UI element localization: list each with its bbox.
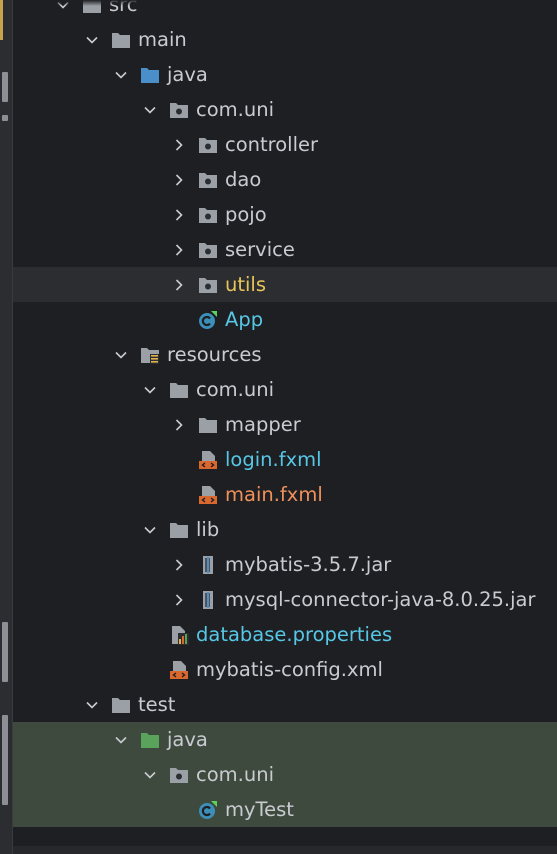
side-tab-mark[interactable]	[2, 622, 8, 682]
xml-file-icon	[197, 484, 219, 506]
bottom-scroll-area	[13, 846, 557, 854]
chevron-down-icon[interactable]	[140, 100, 160, 120]
chevron-right-icon[interactable]	[169, 555, 189, 575]
source-folder-icon	[139, 64, 161, 86]
tree-item-label: test	[138, 692, 176, 716]
chevron-right-icon[interactable]	[169, 170, 189, 190]
side-tab-mark[interactable]	[2, 72, 8, 102]
tree-item-label: service	[225, 237, 295, 261]
tree-row[interactable]: App	[13, 302, 557, 337]
tree-item-label: utils	[225, 272, 266, 296]
resources-folder-icon	[139, 344, 161, 366]
chevron-down-icon[interactable]	[111, 730, 131, 750]
tree-item-label: login.fxml	[225, 447, 322, 471]
tree-item-label: main.fxml	[225, 482, 323, 506]
folder-icon	[197, 414, 219, 436]
tree-row[interactable]: java	[13, 722, 557, 757]
tree-row[interactable]: database.properties	[13, 617, 557, 652]
package-icon	[197, 274, 219, 296]
tree-item-label: App	[225, 307, 264, 331]
top-fade	[13, 0, 557, 6]
tree-row[interactable]: myTest	[13, 792, 557, 827]
tree-row[interactable]: com.uni	[13, 757, 557, 792]
chevron-down-icon[interactable]	[140, 520, 160, 540]
chevron-down-icon[interactable]	[82, 695, 102, 715]
project-tab-accent[interactable]	[0, 0, 3, 40]
chevron-down-icon[interactable]	[140, 380, 160, 400]
tree-item-label: java	[167, 727, 208, 751]
tree-row[interactable]: mybatis-3.5.7.jar	[13, 547, 557, 582]
folder-icon	[110, 694, 132, 716]
tree-row[interactable]: mybatis-config.xml	[13, 652, 557, 687]
tree-item-label: resources	[167, 342, 262, 366]
tree-row[interactable]: java	[13, 57, 557, 92]
chevron-right-icon[interactable]	[169, 240, 189, 260]
tree-row[interactable]: service	[13, 232, 557, 267]
java-class-icon	[197, 309, 219, 331]
tree-row[interactable]: main	[13, 22, 557, 57]
jar-file-icon	[197, 589, 219, 611]
chevron-down-icon[interactable]	[111, 345, 131, 365]
tree-row[interactable]: test	[13, 687, 557, 722]
package-icon	[168, 764, 190, 786]
package-icon	[197, 204, 219, 226]
tree-row[interactable]: dao	[13, 162, 557, 197]
jar-file-icon	[197, 554, 219, 576]
xml-file-icon	[197, 449, 219, 471]
project-tree: src main java com.uni controller dao pojo servi…	[13, 0, 557, 827]
tree-item-label: controller	[225, 132, 319, 156]
tree-row[interactable]: mapper	[13, 407, 557, 442]
package-icon	[197, 134, 219, 156]
tree-item-label: myTest	[225, 797, 294, 821]
tree-item-label: lib	[196, 517, 220, 541]
chevron-right-icon[interactable]	[169, 205, 189, 225]
chevron-down-icon[interactable]	[82, 30, 102, 50]
chevron-right-icon[interactable]	[169, 590, 189, 610]
java-class-icon	[197, 799, 219, 821]
tree-row[interactable]: resources	[13, 337, 557, 372]
test-folder-icon	[139, 729, 161, 751]
tree-row[interactable]: login.fxml	[13, 442, 557, 477]
tool-window-strip	[0, 0, 13, 854]
xml-file-icon	[168, 659, 190, 681]
tree-item-label: mysql-connector-java-8.0.25.jar	[225, 587, 536, 611]
tree-row[interactable]: com.uni	[13, 92, 557, 127]
package-icon	[168, 99, 190, 121]
tree-item-label: dao	[225, 167, 262, 191]
folder-icon	[168, 379, 190, 401]
chevron-down-icon[interactable]	[111, 65, 131, 85]
tree-row[interactable]: pojo	[13, 197, 557, 232]
tree-item-label: database.properties	[196, 622, 393, 646]
folder-icon	[168, 519, 190, 541]
chevron-down-icon[interactable]	[140, 765, 160, 785]
chevron-right-icon[interactable]	[169, 275, 189, 295]
package-icon	[197, 169, 219, 191]
tree-row[interactable]: mysql-connector-java-8.0.25.jar	[13, 582, 557, 617]
chevron-right-icon[interactable]	[169, 415, 189, 435]
folder-icon	[110, 29, 132, 51]
tree-row[interactable]: com.uni	[13, 372, 557, 407]
tree-item-label: pojo	[225, 202, 267, 226]
side-tab-mark[interactable]	[2, 115, 8, 121]
package-icon	[197, 239, 219, 261]
tree-item-label: main	[138, 27, 187, 51]
chevron-right-icon[interactable]	[169, 135, 189, 155]
side-tab-mark[interactable]	[2, 715, 8, 805]
tree-item-label: com.uni	[196, 377, 274, 401]
tree-row[interactable]: main.fxml	[13, 477, 557, 512]
tree-item-label: java	[167, 62, 208, 86]
tree-item-label: mapper	[225, 412, 301, 436]
tree-item-label: com.uni	[196, 97, 274, 121]
tree-row[interactable]: lib	[13, 512, 557, 547]
tree-row[interactable]: utils	[13, 267, 557, 302]
tree-row[interactable]: controller	[13, 127, 557, 162]
properties-file-icon	[168, 624, 190, 646]
tree-item-label: com.uni	[196, 762, 274, 786]
tree-item-label: mybatis-3.5.7.jar	[225, 552, 392, 576]
tree-item-label: mybatis-config.xml	[196, 657, 383, 681]
